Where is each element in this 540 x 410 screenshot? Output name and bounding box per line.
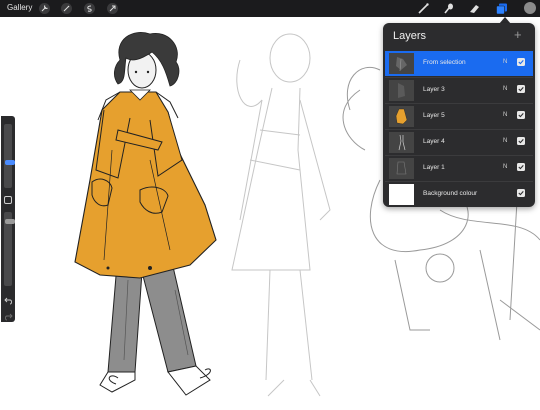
layer-thumbnail: [389, 106, 414, 127]
layer-row[interactable]: Background colour: [385, 181, 533, 207]
wrench-icon[interactable]: [39, 3, 50, 14]
layer-blend-mode[interactable]: N: [503, 164, 507, 170]
layer-name: Layer 4: [423, 138, 445, 145]
opacity-slider[interactable]: [4, 212, 15, 286]
layer-row[interactable]: From selection N: [385, 51, 533, 76]
brush-size-slider[interactable]: [4, 124, 15, 188]
layers-icon[interactable]: [495, 2, 508, 15]
layers-panel-title: Layers: [393, 30, 427, 42]
redo-icon[interactable]: [4, 308, 13, 321]
layer-visibility-checkbox[interactable]: [517, 58, 525, 66]
layer-name: Background colour: [423, 190, 478, 197]
layer-name: Layer 3: [423, 86, 445, 93]
layer-visibility-checkbox[interactable]: [517, 85, 525, 93]
layer-row[interactable]: Layer 3 N: [385, 77, 533, 103]
gallery-button[interactable]: Gallery: [7, 3, 32, 12]
layer-blend-mode[interactable]: N: [503, 138, 507, 144]
square-modify-icon[interactable]: [4, 196, 12, 204]
undo-icon[interactable]: [4, 292, 13, 305]
eraser-icon[interactable]: [468, 2, 481, 15]
layer-visibility-checkbox[interactable]: [517, 189, 525, 197]
layer-thumbnail: [389, 158, 414, 179]
layer-thumbnail: [389, 80, 414, 101]
layer-blend-mode[interactable]: N: [503, 86, 507, 92]
opacity-thumb[interactable]: [5, 219, 15, 224]
left-sidebar: [1, 116, 15, 322]
selection-icon[interactable]: [84, 3, 95, 14]
main-figure: [74, 32, 217, 396]
layer-thumbnail: [389, 132, 414, 153]
layer-name: From selection: [423, 59, 466, 66]
brush-size-thumb[interactable]: [5, 160, 15, 165]
layer-visibility-checkbox[interactable]: [517, 111, 525, 119]
add-layer-button[interactable]: +: [514, 27, 522, 42]
sketch-figure-middle: [231, 33, 331, 397]
layer-visibility-checkbox[interactable]: [517, 137, 525, 145]
layer-name: Layer 5: [423, 112, 445, 119]
layer-blend-mode[interactable]: N: [503, 112, 507, 118]
layer-row[interactable]: Layer 4 N: [385, 129, 533, 155]
layer-name: Layer 1: [423, 164, 445, 171]
layers-panel: Layers + From selection N Layer 3 N Laye…: [383, 23, 535, 207]
color-swatch[interactable]: [524, 2, 536, 14]
layer-visibility-checkbox[interactable]: [517, 163, 525, 171]
top-toolbar: Gallery: [0, 0, 540, 17]
background-color-swatch: [389, 184, 414, 205]
layer-row[interactable]: Layer 1 N: [385, 155, 533, 181]
layer-row[interactable]: Layer 5 N: [385, 103, 533, 129]
magic-wand-icon[interactable]: [61, 3, 72, 14]
brush-icon[interactable]: [417, 2, 430, 15]
layer-blend-mode[interactable]: N: [503, 59, 507, 65]
smudge-icon[interactable]: [442, 2, 455, 15]
transform-arrow-icon[interactable]: [107, 3, 118, 14]
layer-thumbnail: [389, 53, 414, 74]
